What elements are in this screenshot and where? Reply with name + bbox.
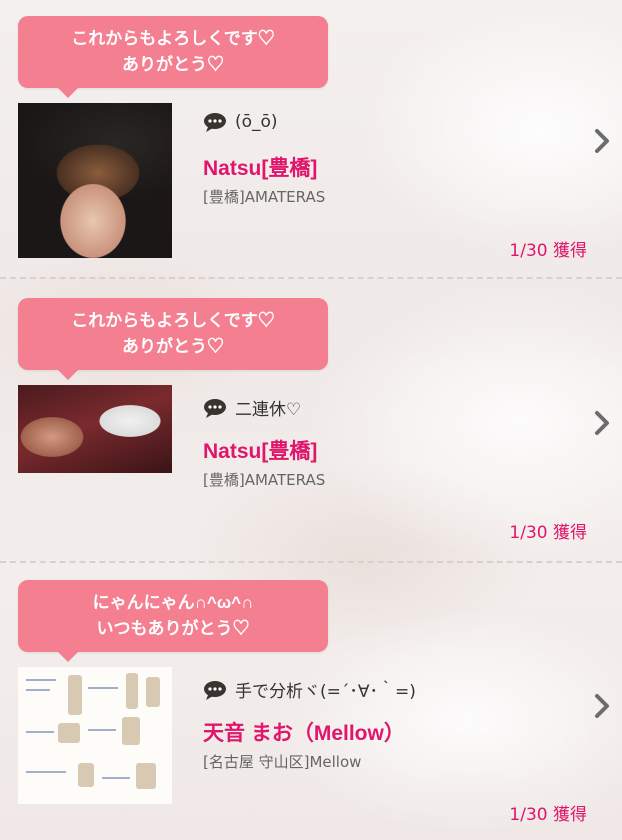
cast-photo[interactable] — [18, 667, 172, 804]
chevron-right-icon[interactable] — [594, 410, 610, 436]
cast-name[interactable]: Natsu[豊橋] — [203, 152, 317, 182]
gift-card[interactable]: これからもよろしくです♡ ありがとう♡ 二連休♡ Natsu[豊橋] [豊橋]A… — [0, 285, 622, 553]
speech-bubble-icon — [204, 398, 226, 418]
message-text: 二連休♡ — [235, 400, 302, 420]
sketch-figure — [146, 677, 160, 707]
thanks-message-bubble: これからもよろしくです♡ ありがとう♡ — [18, 298, 328, 380]
bubble-line-2: ありがとう♡ — [122, 337, 224, 356]
chevron-right-icon[interactable] — [594, 693, 610, 719]
message-text: 手で分析ヾ(=´･∀･｀=) — [235, 682, 416, 702]
bubble-line-1: にゃんにゃん∩^ω^∩ — [92, 593, 254, 612]
shop-name: [豊橋]AMATERAS — [203, 471, 326, 489]
sketch-note — [26, 679, 56, 681]
acquired-date: 1/30 獲得 — [509, 241, 587, 261]
thanks-message-bubble: これからもよろしくです♡ ありがとう♡ — [18, 16, 328, 98]
sketch-figure — [78, 763, 94, 787]
acquired-date: 1/30 獲得 — [509, 523, 587, 543]
divider — [0, 561, 622, 563]
sketch-figure — [122, 717, 140, 745]
cast-message: (ō_ō) — [203, 112, 278, 132]
speech-bubble-icon — [204, 680, 226, 700]
acquired-date: 1/30 獲得 — [509, 805, 587, 825]
sketch-note — [102, 777, 130, 779]
sketch-note — [26, 689, 50, 691]
gift-card[interactable]: これからもよろしくです♡ ありがとう♡ (ō_ō) Natsu[豊橋] [豊橋]… — [0, 0, 622, 268]
cast-message: 二連休♡ — [203, 395, 301, 420]
sketch-figure — [136, 763, 156, 789]
sketch-note — [26, 771, 66, 773]
cast-photo[interactable] — [18, 385, 172, 473]
bubble-line-2: いつもありがとう♡ — [96, 619, 250, 638]
sketch-figure — [58, 723, 80, 743]
chevron-right-icon[interactable] — [594, 128, 610, 154]
bubble-line-1: これからもよろしくです♡ — [71, 311, 275, 330]
message-text: (ō_ō) — [235, 112, 278, 132]
shop-name: [名古屋 守山区]Mellow — [203, 753, 362, 771]
gift-card[interactable]: にゃんにゃん∩^ω^∩ いつもありがとう♡ 手で分析ヾ(=´･∀･｀=) 天音 … — [0, 567, 622, 835]
sketch-figure — [68, 675, 82, 715]
sketch-note — [88, 687, 118, 689]
shop-name: [豊橋]AMATERAS — [203, 188, 326, 206]
cast-message: 手で分析ヾ(=´･∀･｀=) — [203, 677, 416, 702]
bubble-line-1: これからもよろしくです♡ — [71, 29, 275, 48]
sketch-note — [26, 731, 54, 733]
sketch-note — [88, 729, 116, 731]
divider — [0, 277, 622, 279]
speech-bubble-icon — [204, 113, 226, 132]
thanks-message-bubble: にゃんにゃん∩^ω^∩ いつもありがとう♡ — [18, 580, 328, 662]
cast-name[interactable]: 天音 まお（Mellow） — [203, 717, 405, 747]
cast-photo[interactable] — [18, 103, 172, 258]
bubble-line-2: ありがとう♡ — [122, 55, 224, 74]
cast-name[interactable]: Natsu[豊橋] — [203, 435, 317, 465]
sketch-figure — [126, 673, 138, 709]
